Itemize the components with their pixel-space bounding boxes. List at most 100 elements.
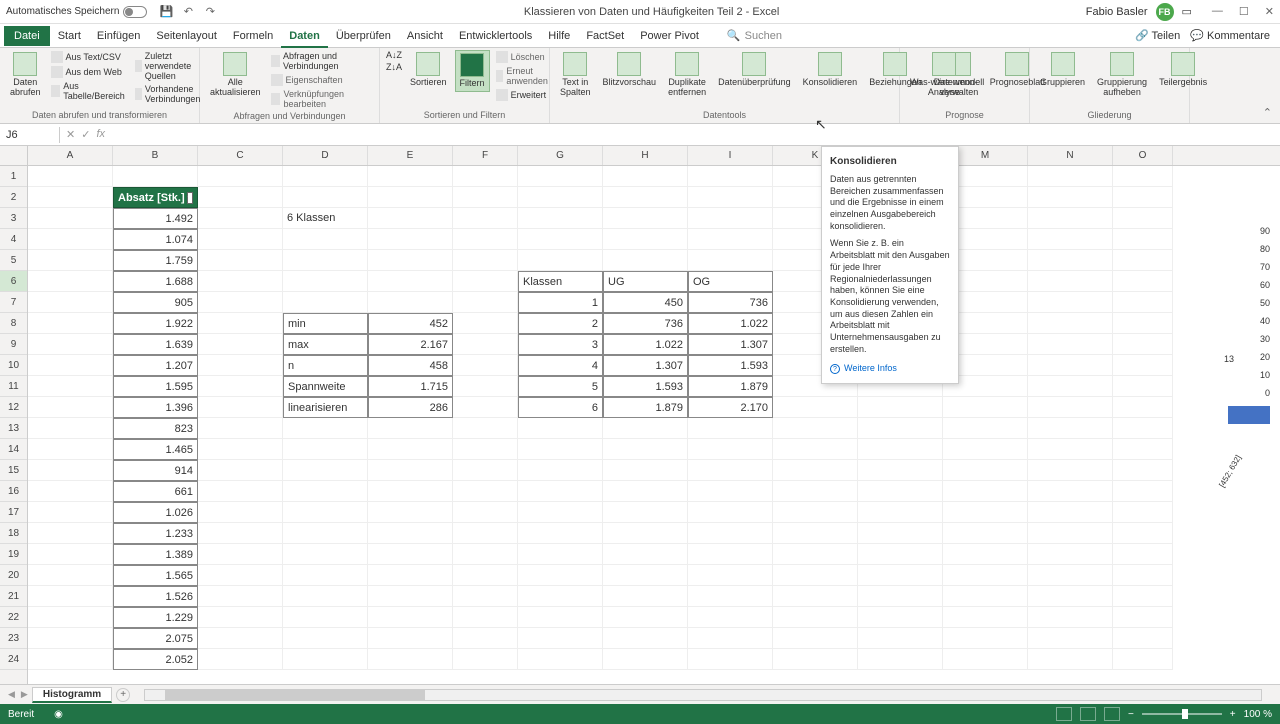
cell-C1[interactable] xyxy=(198,166,283,187)
cell-F5[interactable] xyxy=(453,250,518,271)
col-header-E[interactable]: E xyxy=(368,146,453,165)
cell-K15[interactable] xyxy=(773,460,858,481)
cell-E16[interactable] xyxy=(368,481,453,502)
cell-K22[interactable] xyxy=(773,607,858,628)
cell-O15[interactable] xyxy=(1113,460,1173,481)
cell-K24[interactable] xyxy=(773,649,858,670)
cell-O9[interactable] xyxy=(1113,334,1173,355)
close-icon[interactable]: ✕ xyxy=(1265,5,1274,18)
cell-F17[interactable] xyxy=(453,502,518,523)
cell-H24[interactable] xyxy=(603,649,688,670)
cell-D24[interactable] xyxy=(283,649,368,670)
cell-D19[interactable] xyxy=(283,544,368,565)
share-button[interactable]: 🔗 Teilen xyxy=(1135,29,1180,42)
cell-I1[interactable] xyxy=(688,166,773,187)
tab-seitenlayout[interactable]: Seitenlayout xyxy=(148,26,225,46)
cell-H8[interactable]: 736 xyxy=(603,313,688,334)
cell-G10[interactable]: 4 xyxy=(518,355,603,376)
cell-E19[interactable] xyxy=(368,544,453,565)
row-header-23[interactable]: 23 xyxy=(0,628,27,649)
cell-E14[interactable] xyxy=(368,439,453,460)
cell-B24[interactable]: 2.052 xyxy=(113,649,198,670)
cell-E20[interactable] xyxy=(368,565,453,586)
col-header-N[interactable]: N xyxy=(1028,146,1113,165)
cell-O12[interactable] xyxy=(1113,397,1173,418)
row-header-11[interactable]: 11 xyxy=(0,376,27,397)
cell-G17[interactable] xyxy=(518,502,603,523)
cell-F16[interactable] xyxy=(453,481,518,502)
cell-E12[interactable]: 286 xyxy=(368,397,453,418)
ribbon-datenberprfung[interactable]: Datenüberprüfung xyxy=(714,50,795,90)
zoom-slider[interactable] xyxy=(1142,713,1222,715)
cell-I24[interactable] xyxy=(688,649,773,670)
cell-N2[interactable] xyxy=(1028,187,1113,208)
get-data-button[interactable]: Daten abrufen xyxy=(6,50,45,100)
cell-D7[interactable] xyxy=(283,292,368,313)
tab-power pivot[interactable]: Power Pivot xyxy=(632,26,707,46)
tab-entwicklertools[interactable]: Entwicklertools xyxy=(451,26,540,46)
row-header-4[interactable]: 4 xyxy=(0,229,27,250)
cell-F13[interactable] xyxy=(453,418,518,439)
cell-B12[interactable]: 1.396 xyxy=(113,397,198,418)
cell-I19[interactable] xyxy=(688,544,773,565)
cell-O2[interactable] xyxy=(1113,187,1173,208)
worksheet[interactable]: 123456789101112131415161718192021222324 … xyxy=(0,146,1280,684)
autosave-toggle[interactable]: Automatisches Speichern xyxy=(6,6,147,18)
cell-M12[interactable] xyxy=(943,397,1028,418)
cell-B20[interactable]: 1.565 xyxy=(113,565,198,586)
cell-A16[interactable] xyxy=(28,481,113,502)
col-header-B[interactable]: B xyxy=(113,146,198,165)
cell-B15[interactable]: 914 xyxy=(113,460,198,481)
zoom-level[interactable]: 100 % xyxy=(1244,709,1272,720)
cell-C10[interactable] xyxy=(198,355,283,376)
cell-H16[interactable] xyxy=(603,481,688,502)
cell-H3[interactable] xyxy=(603,208,688,229)
cell-M14[interactable] xyxy=(943,439,1028,460)
cell-E4[interactable] xyxy=(368,229,453,250)
cell-B6[interactable]: 1.688 xyxy=(113,271,198,292)
cell-D16[interactable] xyxy=(283,481,368,502)
cell-N9[interactable] xyxy=(1028,334,1113,355)
tab-überprüfen[interactable]: Überprüfen xyxy=(328,26,399,46)
cell-I15[interactable] xyxy=(688,460,773,481)
col-header-C[interactable]: C xyxy=(198,146,283,165)
cell-G9[interactable]: 3 xyxy=(518,334,603,355)
cell-B1[interactable] xyxy=(113,166,198,187)
cell-L13[interactable] xyxy=(858,418,943,439)
cell-N3[interactable] xyxy=(1028,208,1113,229)
cell-B16[interactable]: 661 xyxy=(113,481,198,502)
cell-D22[interactable] xyxy=(283,607,368,628)
cell-A2[interactable] xyxy=(28,187,113,208)
cell-C8[interactable] xyxy=(198,313,283,334)
cell-N1[interactable] xyxy=(1028,166,1113,187)
cell-O13[interactable] xyxy=(1113,418,1173,439)
cell-O19[interactable] xyxy=(1113,544,1173,565)
cell-N23[interactable] xyxy=(1028,628,1113,649)
cell-G22[interactable] xyxy=(518,607,603,628)
cell-I6[interactable]: OG xyxy=(688,271,773,292)
cell-A6[interactable] xyxy=(28,271,113,292)
cell-I14[interactable] xyxy=(688,439,773,460)
cell-L20[interactable] xyxy=(858,565,943,586)
cell-H15[interactable] xyxy=(603,460,688,481)
cell-C5[interactable] xyxy=(198,250,283,271)
cell-H18[interactable] xyxy=(603,523,688,544)
cell-F22[interactable] xyxy=(453,607,518,628)
cell-E11[interactable]: 1.715 xyxy=(368,376,453,397)
toggle-switch[interactable] xyxy=(123,6,147,18)
cell-G21[interactable] xyxy=(518,586,603,607)
cell-B2[interactable]: Absatz [Stk.]▾ xyxy=(113,187,198,208)
sheet-tab-histogramm[interactable]: Histogramm xyxy=(32,687,112,703)
cell-F1[interactable] xyxy=(453,166,518,187)
cell-H7[interactable]: 450 xyxy=(603,292,688,313)
cell-H20[interactable] xyxy=(603,565,688,586)
cell-C4[interactable] xyxy=(198,229,283,250)
cell-N15[interactable] xyxy=(1028,460,1113,481)
cell-E21[interactable] xyxy=(368,586,453,607)
cell-M23[interactable] xyxy=(943,628,1028,649)
cell-F23[interactable] xyxy=(453,628,518,649)
cell-B7[interactable]: 905 xyxy=(113,292,198,313)
cell-K19[interactable] xyxy=(773,544,858,565)
cell-F8[interactable] xyxy=(453,313,518,334)
tab-hilfe[interactable]: Hilfe xyxy=(540,26,578,46)
